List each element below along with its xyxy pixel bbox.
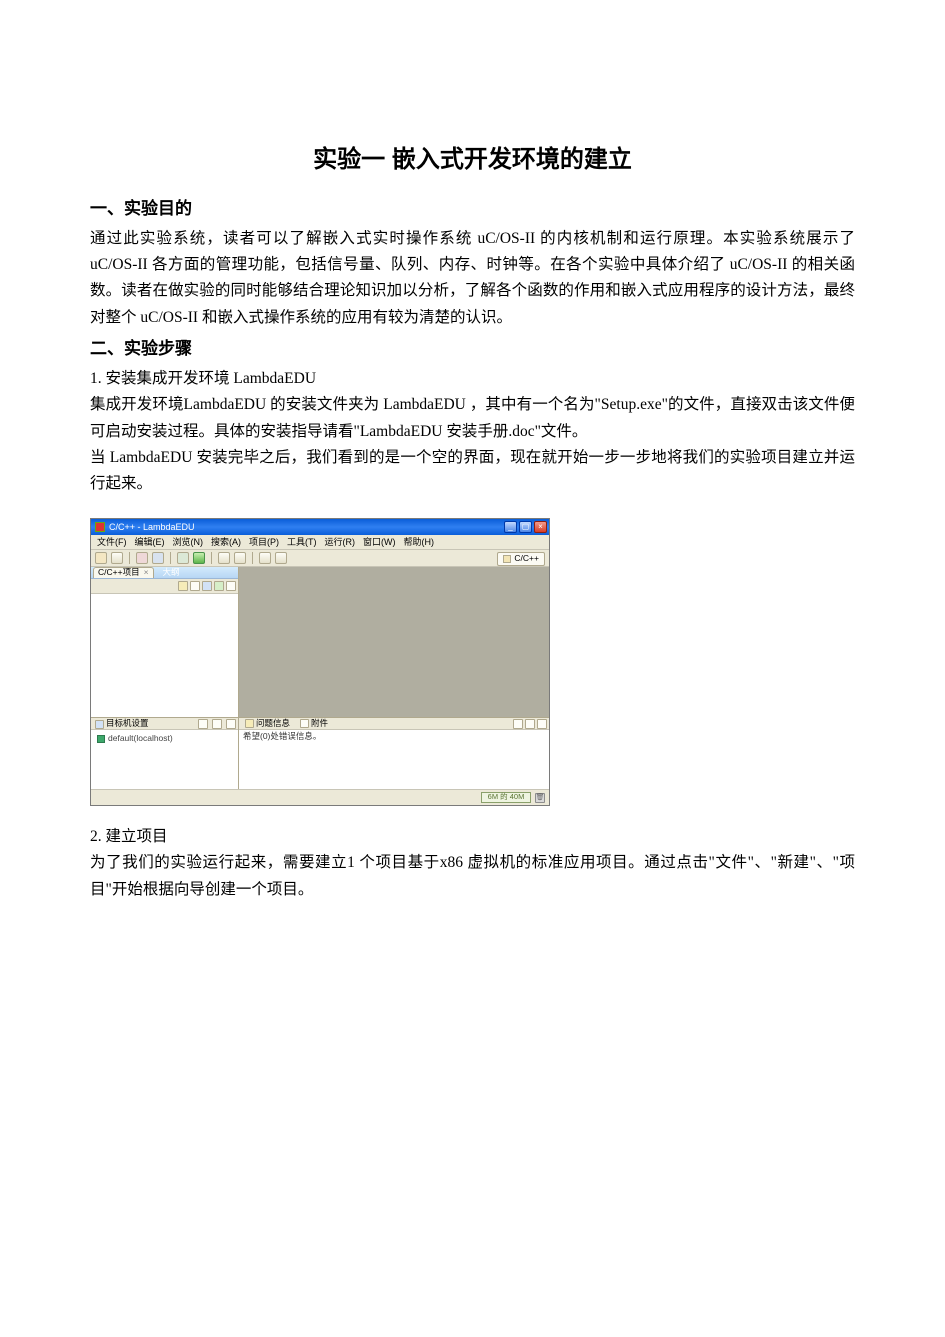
open-type-icon[interactable] bbox=[218, 552, 230, 564]
ide-body: C/C++项目 × 大纲 bbox=[91, 567, 549, 789]
menu-browse[interactable]: 浏览(N) bbox=[173, 537, 204, 547]
menu-search[interactable]: 搜索(A) bbox=[211, 537, 241, 547]
nav-fwd-icon[interactable] bbox=[275, 552, 287, 564]
menu-run[interactable]: 运行(R) bbox=[325, 537, 356, 547]
tab-label: 大纲 bbox=[163, 568, 180, 578]
project-view-tabs: C/C++项目 × 大纲 bbox=[91, 567, 238, 579]
separator-icon bbox=[211, 552, 212, 564]
tab-label: C/C++项目 bbox=[98, 568, 140, 578]
step1-para2: 当 LambdaEDU 安装完毕之后，我们看到的是一个空的界面，现在就开始一步一… bbox=[90, 445, 855, 498]
build-icon[interactable] bbox=[136, 552, 148, 564]
target-label: default(localhost) bbox=[108, 734, 173, 744]
host-icon bbox=[97, 735, 105, 743]
minimize-button[interactable]: _ bbox=[504, 521, 517, 533]
run-icon[interactable] bbox=[193, 552, 205, 564]
menu-project[interactable]: 项目(P) bbox=[249, 537, 279, 547]
section1-body: 通过此实验系统，读者可以了解嵌入式实时操作系统 uC/OS-II 的内核机制和运… bbox=[90, 226, 855, 331]
ide-window: C/C++ - LambdaEDU _ ▢ × 文件(F) 编辑(E) 浏览(N… bbox=[90, 518, 550, 806]
project-view: C/C++项目 × 大纲 bbox=[91, 567, 238, 717]
tab-outline[interactable]: 大纲 bbox=[158, 567, 185, 578]
attach-icon bbox=[300, 719, 309, 728]
debug-icon[interactable] bbox=[177, 552, 189, 564]
perspective-icon bbox=[503, 555, 511, 563]
maximize-button[interactable]: ▢ bbox=[519, 521, 532, 533]
search-icon[interactable] bbox=[234, 552, 246, 564]
project-tree-empty bbox=[91, 594, 238, 717]
panel-min-icon[interactable] bbox=[525, 719, 535, 729]
add-target-icon[interactable] bbox=[198, 719, 208, 729]
separator-icon bbox=[252, 552, 253, 564]
close-button[interactable]: × bbox=[534, 521, 547, 533]
step1-heading: 1. 安装集成开发环境 LambdaEDU bbox=[90, 366, 855, 392]
menu-icon[interactable] bbox=[214, 581, 224, 591]
right-column: 问题信息 附件 希望(0)处错误信息。 bbox=[239, 567, 549, 789]
nav-back-icon[interactable] bbox=[259, 552, 271, 564]
step2-heading: 2. 建立项目 bbox=[90, 824, 855, 850]
target-icon bbox=[95, 720, 104, 729]
edit-target-icon[interactable] bbox=[226, 719, 236, 729]
problems-icon bbox=[245, 719, 254, 728]
new-icon[interactable] bbox=[95, 552, 107, 564]
list-item[interactable]: default(localhost) bbox=[97, 734, 232, 744]
step2-para1: 为了我们的实验运行起来，需要建立1 个项目基于x86 虚拟机的标准应用项目。通过… bbox=[90, 850, 855, 903]
save-icon[interactable] bbox=[111, 552, 123, 564]
target-view-tabs: 目标机设置 bbox=[91, 718, 238, 730]
heap-status: 6M 的 40M bbox=[481, 792, 531, 803]
status-bar: 6M 的 40M 🗑 bbox=[91, 789, 549, 805]
target-view: 目标机设置 default(localhost) bbox=[91, 717, 238, 789]
tab-label: 问题信息 bbox=[256, 719, 290, 729]
section2-heading: 二、实验步骤 bbox=[90, 335, 855, 364]
menu-file[interactable]: 文件(F) bbox=[97, 537, 127, 547]
target-list: default(localhost) bbox=[91, 730, 238, 789]
panel-max-icon[interactable] bbox=[537, 719, 547, 729]
menu-help[interactable]: 帮助(H) bbox=[404, 537, 435, 547]
gc-icon[interactable]: 🗑 bbox=[535, 793, 545, 803]
document-title: 实验一 嵌入式开发环境的建立 bbox=[90, 140, 855, 181]
collapse-icon[interactable] bbox=[178, 581, 188, 591]
step1-para1: 集成开发环境LambdaEDU 的安装文件夹为 LambdaEDU ，其中有一个… bbox=[90, 392, 855, 445]
tab-problems[interactable]: 问题信息 bbox=[243, 719, 292, 729]
title-bar: C/C++ - LambdaEDU _ ▢ × bbox=[91, 519, 549, 535]
remove-target-icon[interactable] bbox=[212, 719, 222, 729]
debug-config-icon[interactable] bbox=[152, 552, 164, 564]
perspective-switcher[interactable]: C/C++ bbox=[497, 552, 545, 566]
menu-edit[interactable]: 编辑(E) bbox=[135, 537, 165, 547]
project-view-toolbar bbox=[91, 579, 238, 594]
separator-icon bbox=[129, 552, 130, 564]
tab-attachments[interactable]: 附件 bbox=[298, 719, 330, 729]
menu-tools[interactable]: 工具(T) bbox=[287, 537, 317, 547]
section1-heading: 一、实验目的 bbox=[90, 195, 855, 224]
perspective-label: C/C++ bbox=[514, 554, 539, 564]
problems-empty bbox=[239, 744, 549, 789]
app-icon bbox=[95, 522, 105, 532]
problems-summary: 希望(0)处错误信息。 bbox=[239, 730, 549, 744]
filter-icon[interactable] bbox=[202, 581, 212, 591]
menu-bar: 文件(F) 编辑(E) 浏览(N) 搜索(A) 项目(P) 工具(T) 运行(R… bbox=[91, 535, 549, 550]
minimize-view-icon[interactable] bbox=[226, 581, 236, 591]
tab-label: 目标机设置 bbox=[106, 719, 149, 729]
editor-area bbox=[239, 567, 549, 717]
menu-window[interactable]: 窗口(W) bbox=[363, 537, 396, 547]
link-editor-icon[interactable] bbox=[190, 581, 200, 591]
window-title: C/C++ - LambdaEDU bbox=[109, 522, 502, 532]
toolbar-1: C/C++ bbox=[91, 550, 549, 567]
left-column: C/C++项目 × 大纲 bbox=[91, 567, 239, 789]
close-tab-icon[interactable]: × bbox=[144, 568, 149, 578]
tab-cpp-projects[interactable]: C/C++项目 × bbox=[93, 567, 154, 578]
separator-icon bbox=[170, 552, 171, 564]
panel-menu-icon[interactable] bbox=[513, 719, 523, 729]
problems-panel: 问题信息 附件 希望(0)处错误信息。 bbox=[239, 717, 549, 789]
tab-label: 附件 bbox=[311, 719, 328, 729]
tab-target-config[interactable]: 目标机设置 bbox=[93, 719, 151, 729]
problems-tabs: 问题信息 附件 bbox=[239, 718, 549, 730]
